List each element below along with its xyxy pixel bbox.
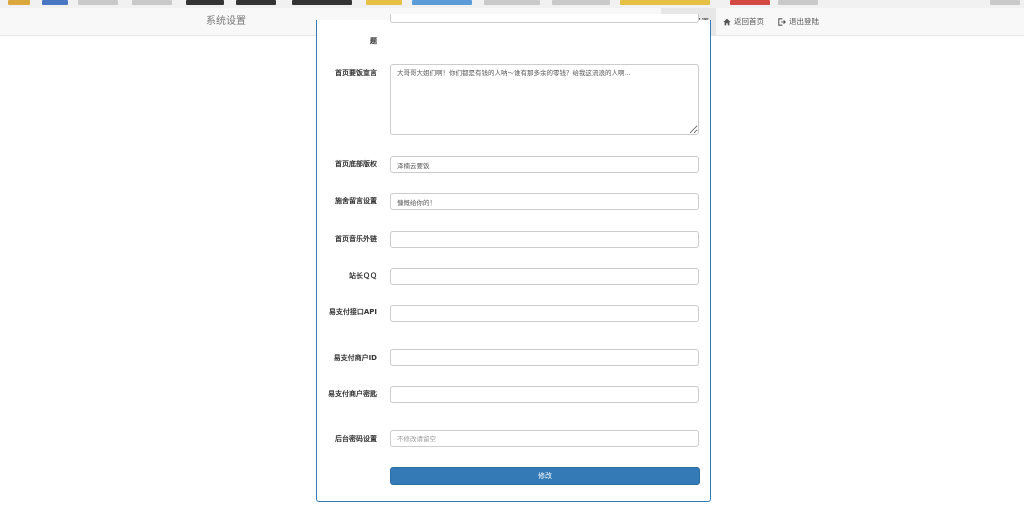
nav-item-logout[interactable]: 退出登陆 bbox=[771, 8, 826, 35]
field-label-merchant-id: 易支付商户ID bbox=[333, 354, 377, 362]
browser-bookmark-bar bbox=[0, 0, 1024, 8]
admin-qq-input[interactable] bbox=[390, 268, 699, 285]
music-link-input[interactable] bbox=[390, 231, 699, 248]
nav-item-back-home[interactable]: 返回首页 bbox=[716, 8, 771, 35]
admin-password-input[interactable] bbox=[390, 430, 699, 447]
field-label-admin-password: 后台密码设置 bbox=[335, 435, 377, 443]
merchant-id-input[interactable] bbox=[390, 349, 699, 366]
submit-button[interactable]: 修改 bbox=[390, 467, 700, 485]
partial-input-top[interactable] bbox=[390, 14, 699, 23]
donation-message-input[interactable] bbox=[390, 193, 699, 210]
copyright-input[interactable] bbox=[390, 156, 699, 173]
nav-item-label: 返回首页 bbox=[734, 17, 764, 26]
nav-item-label: 退出登陆 bbox=[789, 17, 819, 26]
field-label-pay-api: 易支付接口API bbox=[328, 308, 377, 316]
pay-api-input[interactable] bbox=[390, 305, 699, 322]
field-label-music-link: 首页音乐外链 bbox=[335, 235, 377, 243]
field-label-copyright: 首页底部版权 bbox=[335, 160, 377, 168]
field-label-partial: 题 bbox=[370, 37, 377, 45]
field-label-merchant-key: 易支付商户密匙 bbox=[328, 390, 377, 398]
home-icon bbox=[723, 18, 731, 25]
merchant-key-input[interactable] bbox=[390, 386, 699, 403]
field-label-slogan: 首页要饭宣言 bbox=[335, 69, 377, 77]
slogan-textarea[interactable]: 大哥哥大姐们啊！你们都是有钱的人呐～谁有那多余的零钱？给我这流浪的人啊... bbox=[390, 64, 699, 135]
logout-icon bbox=[778, 17, 786, 26]
field-label-donation-message: 施舍留言设置 bbox=[335, 197, 377, 205]
settings-form-panel: 题 首页要饭宣言 大哥哥大姐们啊！你们都是有钱的人呐～谁有那多余的零钱？给我这流… bbox=[316, 14, 711, 502]
navbar-brand[interactable]: 系统设置 bbox=[206, 8, 246, 35]
field-label-admin-qq: 站长ＱＱ bbox=[349, 272, 377, 280]
